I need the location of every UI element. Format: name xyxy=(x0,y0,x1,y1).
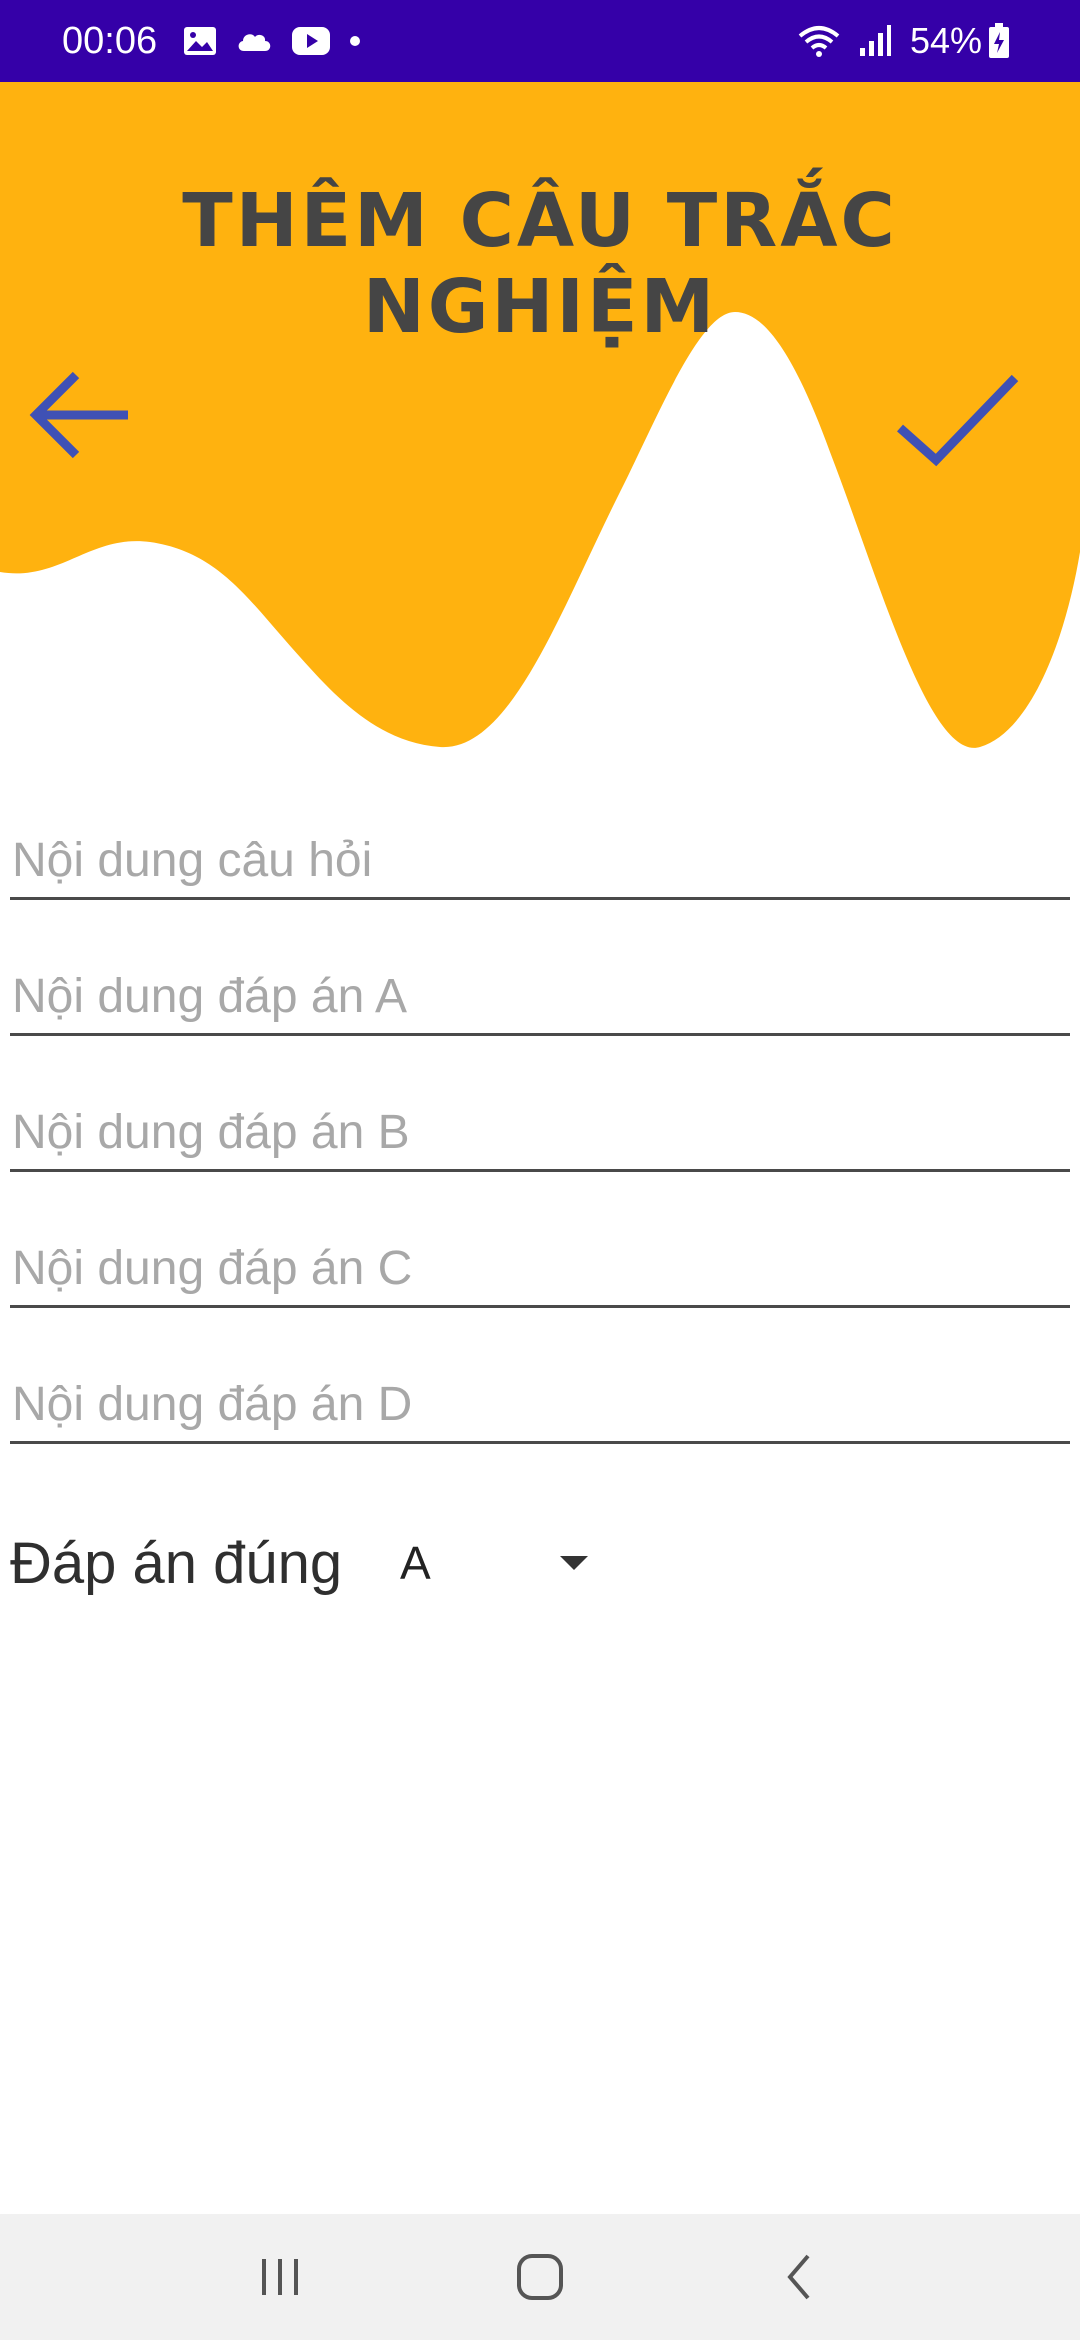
answer-d-input[interactable] xyxy=(10,1344,1070,1444)
correct-answer-value: A xyxy=(400,1537,431,1589)
battery-charging-icon xyxy=(988,23,1010,59)
answer-b-input[interactable] xyxy=(10,1072,1070,1172)
question-input[interactable] xyxy=(10,800,1070,900)
page-title: THÊM CÂU TRẮC NGHIỆM xyxy=(182,178,898,350)
status-left: 00:06 xyxy=(62,20,379,63)
signal-icon xyxy=(858,24,892,58)
system-back-button[interactable] xyxy=(755,2232,845,2322)
dot-icon xyxy=(349,35,361,47)
back-button[interactable] xyxy=(24,360,134,470)
caret-down-icon xyxy=(560,1556,588,1570)
correct-answer-select[interactable]: A xyxy=(400,1528,610,1598)
navigation-bar xyxy=(0,2214,1080,2340)
recent-apps-button[interactable] xyxy=(235,2232,325,2322)
status-bar: 00:06 54% xyxy=(0,0,1080,82)
home-icon xyxy=(517,2254,563,2300)
back-icon xyxy=(787,2254,810,2300)
arrow-left-icon xyxy=(29,371,128,459)
correct-answer-label: Đáp án đúng xyxy=(10,1531,343,1596)
answer-a-input[interactable] xyxy=(10,936,1070,1036)
gallery-icon xyxy=(183,26,217,56)
recent-apps-icon xyxy=(262,2259,298,2295)
battery-percent: 54% xyxy=(909,20,982,61)
confirm-button[interactable] xyxy=(890,360,1030,470)
status-time: 00:06 xyxy=(62,19,158,62)
home-button[interactable] xyxy=(495,2232,585,2322)
wifi-icon xyxy=(798,24,840,58)
status-right: 54% xyxy=(798,20,1028,62)
checkmark-icon xyxy=(897,374,1019,467)
answer-c-input[interactable] xyxy=(10,1208,1070,1308)
cloud-icon xyxy=(235,29,273,53)
youtube-icon xyxy=(291,26,331,56)
